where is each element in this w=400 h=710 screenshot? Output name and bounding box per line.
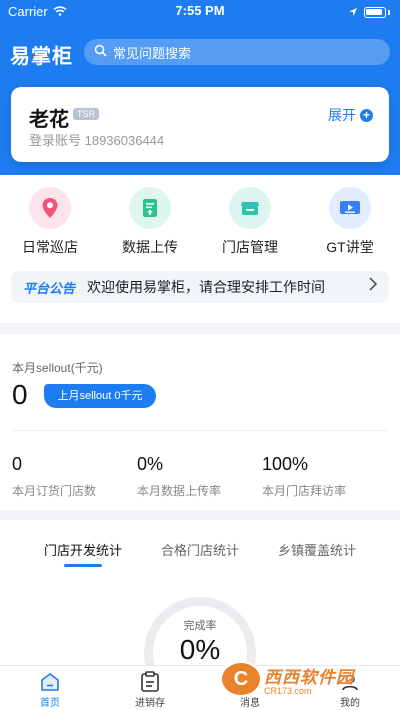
tab-qualified-stores[interactable]: 合格门店统计 <box>161 540 239 559</box>
plus-icon: + <box>360 108 373 122</box>
metric-order-stores: 0 本月订货门店数 <box>12 454 96 499</box>
metric-label: 本月门店拜访率 <box>262 484 347 498</box>
tabbar-inventory[interactable]: 进销存 <box>110 670 190 709</box>
quick-menu: 日常巡店 数据上传 门店管理 GT讲堂 平台公告 欢迎使用易掌柜，请合理安排工作… <box>0 175 400 323</box>
metric-upload-rate: 0% 本月数据上传率 <box>137 454 221 499</box>
home-icon <box>10 670 90 694</box>
clock: 7:55 PM <box>175 3 225 18</box>
watermark-text: 西西软件园 <box>264 667 354 687</box>
location-pin-icon <box>29 187 71 229</box>
sellout-stats: 本月sellout(千元) 0 上月sellout 0千元 0 本月订货门店数 … <box>0 334 400 510</box>
search-input[interactable]: 常见问题搜索 <box>84 39 390 65</box>
video-icon <box>329 187 371 229</box>
search-icon <box>94 44 107 60</box>
menu-item-store-management[interactable]: 门店管理 <box>200 187 300 257</box>
store-icon <box>229 187 271 229</box>
search-placeholder: 常见问题搜索 <box>113 45 192 61</box>
metric-visit-rate: 100% 本月门店拜访率 <box>262 454 346 499</box>
metric-label: 本月数据上传率 <box>137 484 222 498</box>
menu-item-daily-inspection[interactable]: 日常巡店 <box>0 187 100 257</box>
last-month-badge: 上月sellout 0千元 <box>44 384 156 408</box>
menu-item-gt-lecture[interactable]: GT讲堂 <box>300 187 400 257</box>
role-badge: TSR <box>73 108 99 120</box>
tab-township-coverage[interactable]: 乡镇覆盖统计 <box>278 540 356 559</box>
metric-value: 0% <box>137 454 164 474</box>
sellout-value: 0 <box>12 379 28 410</box>
tabbar-label: 进销存 <box>135 698 165 709</box>
upload-doc-icon <box>129 187 171 229</box>
watermark-logo: C <box>220 661 262 697</box>
battery-icon <box>364 7 386 18</box>
divider <box>12 430 388 431</box>
site-watermark: C 西西软件园 CR173.com <box>220 659 390 699</box>
user-card: 老花 TSR 登录账号 18936036444 展开 + <box>11 87 389 162</box>
statistics-tabs: 门店开发统计 合格门店统计 乡镇覆盖统计 完成率 0% <box>0 520 400 665</box>
menu-label: 数据上传 <box>122 239 178 255</box>
tabbar-home[interactable]: 首页 <box>10 670 90 709</box>
expand-label: 展开 <box>328 107 356 123</box>
sellout-title: 本月sellout(千元) <box>12 361 103 375</box>
tab-store-development[interactable]: 门店开发统计 <box>44 540 122 559</box>
tab-indicator <box>64 564 102 567</box>
metric-label: 本月订货门店数 <box>12 484 97 498</box>
platform-notice[interactable]: 平台公告 欢迎使用易掌柜，请合理安排工作时间 <box>11 271 389 303</box>
metric-value: 100% <box>262 454 309 474</box>
notice-tag: 平台公告 <box>23 280 76 296</box>
menu-item-data-upload[interactable]: 数据上传 <box>100 187 200 257</box>
account-number: 登录账号 18936036444 <box>29 133 165 148</box>
notice-text: 欢迎使用易掌柜，请合理安排工作时间 <box>87 279 326 295</box>
menu-label: 日常巡店 <box>22 239 78 255</box>
app-title: 易掌柜 <box>10 46 73 68</box>
menu-label: GT讲堂 <box>326 239 374 255</box>
expand-button[interactable]: 展开 + <box>328 105 373 125</box>
metric-value: 0 <box>12 454 23 474</box>
chevron-right-icon <box>369 277 378 296</box>
menu-label: 门店管理 <box>222 239 278 255</box>
gauge-label: 完成率 <box>183 620 217 632</box>
clipboard-icon <box>110 670 190 694</box>
location-arrow-icon <box>348 5 358 20</box>
tabbar-label: 首页 <box>40 698 60 709</box>
user-name: 老花 <box>29 109 69 131</box>
status-bar: Carrier 7:55 PM <box>0 0 400 22</box>
